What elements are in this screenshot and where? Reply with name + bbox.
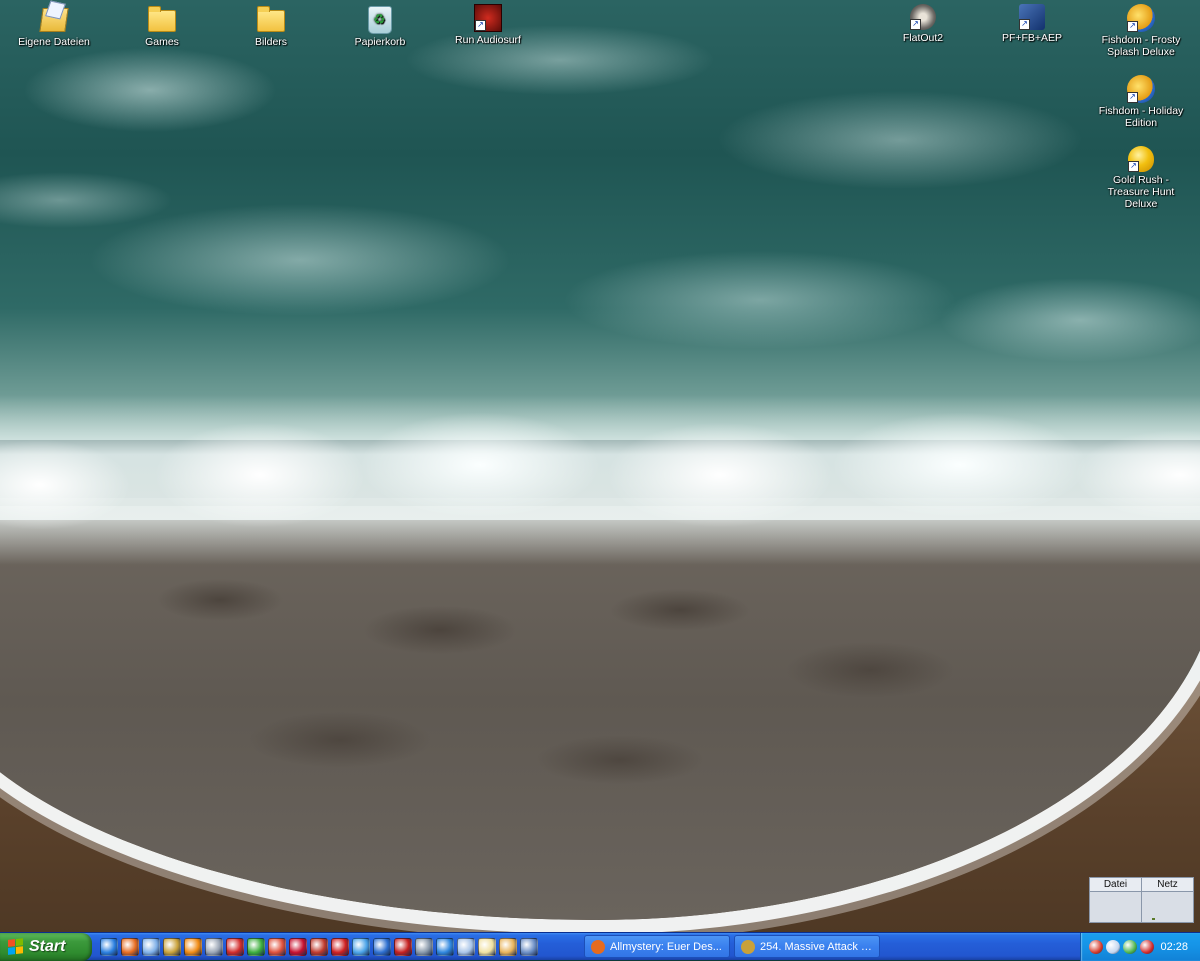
wallpaper-foam bbox=[0, 395, 1200, 565]
shortcut-arrow-icon: ↗ bbox=[910, 19, 921, 30]
task-button-massive-attack[interactable]: 254. Massive Attack -... bbox=[734, 935, 880, 958]
desktop-icon-fishdom-holiday[interactable]: ↗ Fishdom - Holiday Edition bbox=[1093, 75, 1189, 129]
recycle-bin-icon bbox=[368, 6, 392, 34]
show-desktop-icon[interactable] bbox=[142, 938, 160, 956]
winamp-icon bbox=[741, 939, 755, 954]
meter-activity-bar bbox=[1152, 918, 1155, 920]
tray-ball-icon[interactable] bbox=[1089, 940, 1103, 954]
meter-column-datei: Datei bbox=[1090, 878, 1142, 922]
desktop-icon-label: PF+FB+AEP bbox=[1001, 32, 1063, 44]
shortcut-arrow-icon: ↗ bbox=[1127, 92, 1138, 103]
desktop-wallpaper bbox=[0, 0, 1200, 932]
system-tray: 02:28 bbox=[1080, 933, 1200, 961]
opera-icon[interactable] bbox=[226, 938, 244, 956]
taskbar: Start Allmystery: Euer Des... 254. Massi… bbox=[0, 932, 1200, 961]
firefox-icon bbox=[591, 939, 605, 954]
folder-icon bbox=[257, 6, 285, 32]
desktop-icon-label: Papierkorb bbox=[354, 36, 406, 48]
shortcut-arrow-icon: ↗ bbox=[475, 20, 486, 31]
start-label: Start bbox=[29, 938, 66, 955]
arrow-icon[interactable] bbox=[457, 938, 475, 956]
desktop-icon-label: Games bbox=[145, 36, 179, 48]
gold-rush-icon: ↗ bbox=[1128, 146, 1154, 172]
task-label: 254. Massive Attack -... bbox=[760, 940, 873, 953]
audiosurf-icon: ↗ bbox=[474, 4, 502, 32]
tray-search-icon[interactable] bbox=[1106, 940, 1120, 954]
task-buttons: Allmystery: Euer Des... 254. Massive Att… bbox=[584, 935, 880, 959]
fishdom-icon: ↗ bbox=[1127, 4, 1155, 32]
ball-icon[interactable] bbox=[394, 938, 412, 956]
meter-header-datei: Datei bbox=[1090, 878, 1141, 892]
my-documents-icon bbox=[39, 8, 69, 32]
desktop-icon-run-audiosurf[interactable]: ↗ Run Audiosurf bbox=[440, 4, 536, 46]
tray-clock[interactable]: 02:28 bbox=[1160, 941, 1188, 953]
folder-icon bbox=[148, 6, 176, 32]
desktop-icon-flatout2[interactable]: ↗ FlatOut2 bbox=[875, 4, 971, 44]
tray-opera-icon[interactable] bbox=[1140, 940, 1154, 954]
desktop-icon-label: Gold Rush - Treasure Hunt Deluxe bbox=[1107, 174, 1175, 210]
tray-network-icon[interactable] bbox=[1123, 940, 1137, 954]
meter-column-netz: Netz bbox=[1142, 878, 1193, 922]
notes-icon[interactable] bbox=[478, 938, 496, 956]
meter-header-netz: Netz bbox=[1142, 878, 1193, 892]
start-button[interactable]: Start bbox=[0, 933, 92, 961]
desktop-icon-games[interactable]: Games bbox=[114, 4, 210, 48]
fishdom-icon: ↗ bbox=[1127, 75, 1155, 103]
meter-graph-datei bbox=[1090, 892, 1141, 922]
tool-icon[interactable] bbox=[415, 938, 433, 956]
games-icon[interactable] bbox=[310, 938, 328, 956]
quick-launch-bar bbox=[100, 933, 538, 961]
desktop-icon-papierkorb[interactable]: Papierkorb bbox=[332, 4, 428, 48]
desktop-icon-label: Run Audiosurf bbox=[455, 34, 521, 46]
task-label: Allmystery: Euer Des... bbox=[610, 940, 722, 953]
meter-graph-netz bbox=[1142, 892, 1193, 922]
desktop-icon-fishdom-frosty[interactable]: ↗ Fishdom - Frosty Splash Deluxe bbox=[1093, 4, 1189, 58]
flatout2-icon: ↗ bbox=[910, 4, 936, 30]
network-icon[interactable] bbox=[373, 938, 391, 956]
desktop-icon-label: Fishdom - Frosty Splash Deluxe bbox=[1101, 34, 1181, 58]
desktop-icon-eigene-dateien[interactable]: Eigene Dateien bbox=[6, 4, 102, 48]
globe-icon[interactable] bbox=[247, 938, 265, 956]
shortcut-arrow-icon: ↗ bbox=[1127, 21, 1138, 32]
desktop-icon-bilders[interactable]: Bilders bbox=[223, 4, 319, 48]
paint-icon[interactable] bbox=[499, 938, 517, 956]
shortcut-arrow-icon: ↗ bbox=[1019, 19, 1030, 30]
system-meter-widget[interactable]: Datei Netz bbox=[1089, 877, 1194, 923]
shortcut-arrow-icon: ↗ bbox=[1128, 161, 1139, 172]
desktop-icon-label: Eigene Dateien bbox=[18, 36, 90, 48]
desktop-icon-label: FlatOut2 bbox=[902, 32, 944, 44]
firefox-icon[interactable] bbox=[121, 938, 139, 956]
desktop-icon-pf-fb-aep[interactable]: ↗ PF+FB+AEP bbox=[984, 4, 1080, 44]
settings-icon[interactable] bbox=[205, 938, 223, 956]
internet-explorer-icon[interactable] bbox=[100, 938, 118, 956]
desktop-icon-label: Fishdom - Holiday Edition bbox=[1098, 105, 1184, 129]
game-shortcut-icon: ↗ bbox=[1019, 4, 1045, 30]
flag-icon[interactable] bbox=[289, 938, 307, 956]
acrobat-icon[interactable] bbox=[331, 938, 349, 956]
desktop-icon-gold-rush[interactable]: ↗ Gold Rush - Treasure Hunt Deluxe bbox=[1093, 146, 1189, 210]
task-button-allmystery[interactable]: Allmystery: Euer Des... bbox=[584, 935, 730, 958]
lifebuoy-icon[interactable] bbox=[268, 938, 286, 956]
desktop-icon-label: Bilders bbox=[254, 36, 288, 48]
winamp-icon[interactable] bbox=[163, 938, 181, 956]
messenger-icon[interactable] bbox=[352, 938, 370, 956]
windows-logo-icon bbox=[8, 938, 24, 956]
vlc-icon[interactable] bbox=[184, 938, 202, 956]
wallpaper-sea bbox=[0, 0, 1200, 440]
flash-icon[interactable] bbox=[436, 938, 454, 956]
window-icon[interactable] bbox=[520, 938, 538, 956]
